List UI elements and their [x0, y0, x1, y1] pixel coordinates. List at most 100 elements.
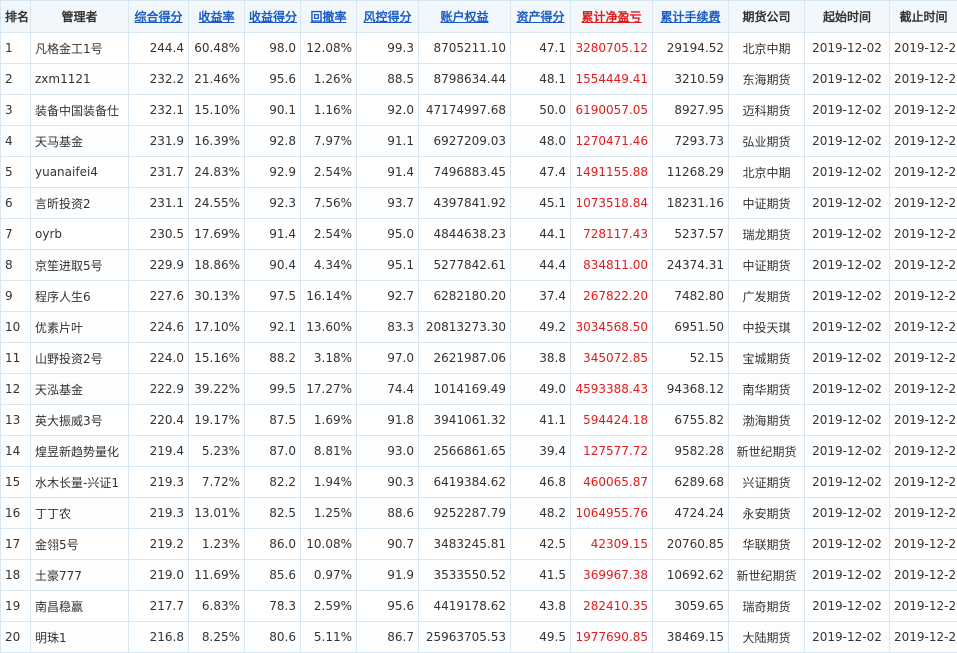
cell-asset-score: 39.4: [511, 436, 571, 467]
col-header-net-profit[interactable]: 累计净盈亏: [571, 1, 653, 33]
table-row: 12天泓基金222.939.22%99.517.27%74.41014169.4…: [1, 374, 957, 405]
cell-risk-score: 91.4: [357, 157, 419, 188]
cell-drawdown-rate: 3.18%: [301, 343, 357, 374]
cell-return-score: 92.8: [245, 126, 301, 157]
table-row: 14煌昱新趋势量化219.45.23%87.08.81%93.02566861.…: [1, 436, 957, 467]
cell-net-profit: 3280705.12: [571, 33, 653, 64]
cell-manager: 言昕投资2: [31, 188, 129, 219]
cell-manager: 京笙进取5号: [31, 250, 129, 281]
cell-composite-score: 217.7: [129, 591, 189, 622]
cell-futures-company: 广发期货: [729, 281, 805, 312]
cell-composite-score: 232.2: [129, 64, 189, 95]
cell-manager: 丁丁农: [31, 498, 129, 529]
table-row: 10优素片叶224.617.10%92.113.60%83.320813273.…: [1, 312, 957, 343]
col-header-account-equity[interactable]: 账户权益: [419, 1, 511, 33]
cell-account-equity: 3533550.52: [419, 560, 511, 591]
col-header-composite-score[interactable]: 综合得分: [129, 1, 189, 33]
cell-asset-score: 47.4: [511, 157, 571, 188]
cell-futures-company: 中投天琪: [729, 312, 805, 343]
cell-fees: 18231.16: [653, 188, 729, 219]
table-row: 17金翎5号219.21.23%86.010.08%90.73483245.81…: [1, 529, 957, 560]
cell-futures-company: 迈科期货: [729, 95, 805, 126]
cell-composite-score: 229.9: [129, 250, 189, 281]
cell-fees: 29194.52: [653, 33, 729, 64]
col-header-end-date: 截止时间: [890, 1, 957, 33]
cell-fees: 8927.95: [653, 95, 729, 126]
cell-futures-company: 北京中期: [729, 157, 805, 188]
table-row: 3装备中国装备仕232.115.10%90.11.16%92.047174997…: [1, 95, 957, 126]
cell-manager: 山野投资2号: [31, 343, 129, 374]
cell-net-profit: 369967.38: [571, 560, 653, 591]
cell-end-date: 2019-12-27: [890, 405, 957, 436]
col-header-drawdown-rate[interactable]: 回撤率: [301, 1, 357, 33]
table-row: 5yuanaifei4231.724.83%92.92.54%91.474968…: [1, 157, 957, 188]
cell-manager: 土豪777: [31, 560, 129, 591]
cell-fees: 4724.24: [653, 498, 729, 529]
cell-account-equity: 4397841.92: [419, 188, 511, 219]
cell-start-date: 2019-12-02: [805, 157, 890, 188]
cell-composite-score: 220.4: [129, 405, 189, 436]
cell-asset-score: 48.0: [511, 126, 571, 157]
cell-net-profit: 282410.35: [571, 591, 653, 622]
cell-return-rate: 24.55%: [189, 188, 245, 219]
col-header-return-rate[interactable]: 收益率: [189, 1, 245, 33]
cell-return-score: 88.2: [245, 343, 301, 374]
cell-rank: 18: [1, 560, 31, 591]
cell-drawdown-rate: 1.16%: [301, 95, 357, 126]
cell-drawdown-rate: 10.08%: [301, 529, 357, 560]
cell-end-date: 2019-12-27: [890, 126, 957, 157]
table-row: 4天马基金231.916.39%92.87.97%91.16927209.034…: [1, 126, 957, 157]
cell-account-equity: 6927209.03: [419, 126, 511, 157]
cell-return-rate: 21.46%: [189, 64, 245, 95]
cell-futures-company: 南华期货: [729, 374, 805, 405]
cell-composite-score: 244.4: [129, 33, 189, 64]
cell-account-equity: 6282180.20: [419, 281, 511, 312]
cell-fees: 5237.57: [653, 219, 729, 250]
cell-account-equity: 4844638.23: [419, 219, 511, 250]
cell-return-rate: 15.16%: [189, 343, 245, 374]
col-header-risk-score[interactable]: 风控得分: [357, 1, 419, 33]
cell-manager: zxm1121: [31, 64, 129, 95]
cell-composite-score: 230.5: [129, 219, 189, 250]
cell-drawdown-rate: 1.25%: [301, 498, 357, 529]
cell-fees: 94368.12: [653, 374, 729, 405]
cell-drawdown-rate: 2.54%: [301, 219, 357, 250]
cell-fees: 20760.85: [653, 529, 729, 560]
cell-risk-score: 95.6: [357, 591, 419, 622]
cell-composite-score: 231.1: [129, 188, 189, 219]
cell-fees: 24374.31: [653, 250, 729, 281]
cell-start-date: 2019-12-02: [805, 250, 890, 281]
cell-futures-company: 渤海期货: [729, 405, 805, 436]
cell-asset-score: 44.1: [511, 219, 571, 250]
col-header-asset-score[interactable]: 资产得分: [511, 1, 571, 33]
cell-futures-company: 永安期货: [729, 498, 805, 529]
cell-start-date: 2019-12-02: [805, 219, 890, 250]
cell-fees: 7293.73: [653, 126, 729, 157]
cell-end-date: 2019-12-27: [890, 436, 957, 467]
table-row: 16丁丁农219.313.01%82.51.25%88.69252287.794…: [1, 498, 957, 529]
col-header-fees[interactable]: 累计手续费: [653, 1, 729, 33]
cell-account-equity: 3483245.81: [419, 529, 511, 560]
cell-futures-company: 兴证期货: [729, 467, 805, 498]
cell-start-date: 2019-12-02: [805, 436, 890, 467]
cell-account-equity: 47174997.68: [419, 95, 511, 126]
cell-drawdown-rate: 2.59%: [301, 591, 357, 622]
cell-net-profit: 267822.20: [571, 281, 653, 312]
table-row: 6言昕投资2231.124.55%92.37.56%93.74397841.92…: [1, 188, 957, 219]
cell-manager: 程序人生6: [31, 281, 129, 312]
cell-manager: 南昌稳赢: [31, 591, 129, 622]
cell-drawdown-rate: 4.34%: [301, 250, 357, 281]
cell-rank: 6: [1, 188, 31, 219]
cell-composite-score: 219.3: [129, 498, 189, 529]
cell-asset-score: 37.4: [511, 281, 571, 312]
cell-return-rate: 11.69%: [189, 560, 245, 591]
cell-drawdown-rate: 2.54%: [301, 157, 357, 188]
cell-return-rate: 17.10%: [189, 312, 245, 343]
cell-composite-score: 222.9: [129, 374, 189, 405]
cell-account-equity: 3941061.32: [419, 405, 511, 436]
col-header-return-score[interactable]: 收益得分: [245, 1, 301, 33]
cell-account-equity: 8705211.10: [419, 33, 511, 64]
cell-return-score: 91.4: [245, 219, 301, 250]
table-row: 19南昌稳赢217.76.83%78.32.59%95.64419178.624…: [1, 591, 957, 622]
cell-futures-company: 中证期货: [729, 188, 805, 219]
